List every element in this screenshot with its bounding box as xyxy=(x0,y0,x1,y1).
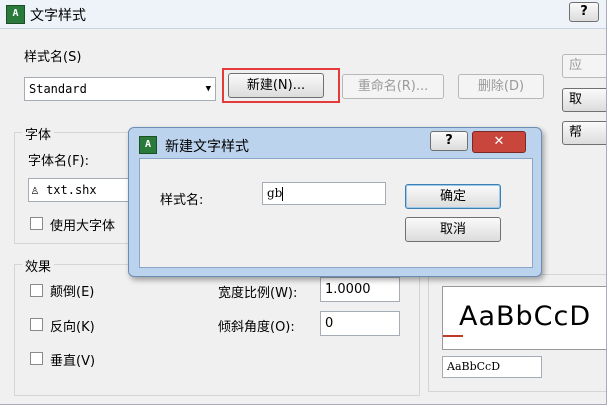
use-bigfont-checkbox[interactable] xyxy=(30,217,43,230)
help-button[interactable]: ? xyxy=(569,2,599,22)
new-style-name-label: 样式名: xyxy=(160,193,204,208)
ok-button[interactable]: 确定 xyxy=(405,184,501,209)
highlight-box xyxy=(222,68,340,103)
preview-box: AaBbCcD xyxy=(442,286,606,350)
dialog-app-icon: A xyxy=(139,136,157,154)
effects-group-label: 效果 xyxy=(22,256,55,275)
dialog-title: 新建文字样式 xyxy=(165,139,249,155)
style-select-value: Standard xyxy=(29,82,87,96)
font-name-label: 字体名(F): xyxy=(28,154,90,169)
title-bar: A 文字样式 ? xyxy=(0,0,606,29)
help-main-button[interactable]: 帮 xyxy=(562,121,606,145)
font-name-value: txt.shx xyxy=(46,183,97,197)
upside-down-checkbox[interactable] xyxy=(30,284,43,297)
delete-button[interactable]: 删除(D) xyxy=(458,74,544,99)
font-group-label: 字体 xyxy=(22,124,55,143)
vertical-label: 垂直(V) xyxy=(50,354,96,369)
close-button[interactable]: 取 xyxy=(562,88,606,112)
apply-button[interactable]: 应 xyxy=(562,54,606,78)
use-bigfont-label: 使用大字体 xyxy=(50,219,116,234)
oblique-angle-input[interactable]: 0 xyxy=(320,311,400,336)
new-text-style-dialog: A 新建文字样式 ? ✕ 样式名: gb 确定 取消 xyxy=(128,127,542,277)
text-style-window: A 文字样式 ? 样式名(S) Standard ▼ 新建(N)... 重命名(… xyxy=(0,0,607,405)
new-style-name-input[interactable]: gb xyxy=(262,182,386,205)
new-style-name-value: gb xyxy=(267,186,283,200)
upside-down-label: 颠倒(E) xyxy=(50,285,95,300)
shx-font-icon: ♙ xyxy=(31,183,39,198)
dialog-client-area: 样式名: gb 确定 取消 xyxy=(139,158,533,268)
dialog-help-button[interactable]: ? xyxy=(430,131,468,151)
chevron-down-icon[interactable]: ▼ xyxy=(206,78,211,100)
style-name-label: 样式名(S) xyxy=(24,50,82,65)
style-select[interactable]: Standard ▼ xyxy=(24,77,216,101)
preview-baseline-marker xyxy=(443,335,463,337)
window-title: 文字样式 xyxy=(30,8,86,24)
close-icon: ✕ xyxy=(493,134,505,149)
vertical-checkbox[interactable] xyxy=(30,352,43,365)
oblique-angle-label: 倾斜角度(O): xyxy=(218,320,295,335)
preview-sample-text: AaBbCcD xyxy=(459,301,592,332)
cancel-button[interactable]: 取消 xyxy=(405,217,501,242)
app-icon: A xyxy=(6,5,25,24)
font-name-select[interactable]: ♙ txt.shx xyxy=(28,178,132,202)
backwards-checkbox[interactable] xyxy=(30,318,43,331)
width-factor-label: 宽度比例(W): xyxy=(218,286,298,301)
preview-text-input[interactable]: AaBbCcD xyxy=(442,356,542,378)
text-caret xyxy=(282,186,284,201)
width-factor-input[interactable]: 1.0000 xyxy=(320,277,400,302)
backwards-label: 反向(K) xyxy=(50,320,95,335)
dialog-close-button[interactable]: ✕ xyxy=(472,131,526,153)
rename-button[interactable]: 重命名(R)... xyxy=(342,74,444,99)
